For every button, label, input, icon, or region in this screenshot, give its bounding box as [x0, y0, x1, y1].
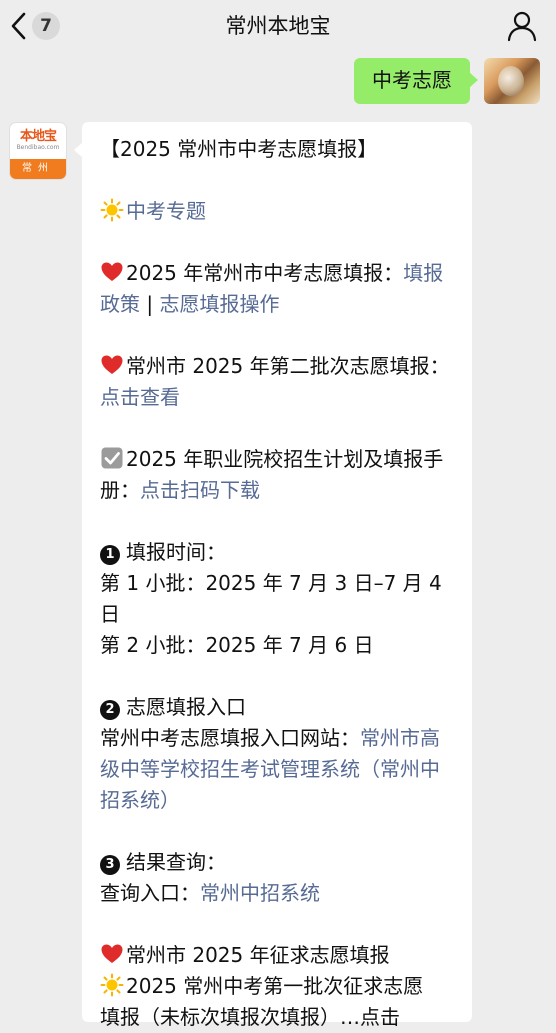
check-box-icon	[101, 447, 123, 469]
section-3-heading: 3 结果查询：	[100, 847, 458, 878]
item-1-text: 2025 年常州市中考志愿填报：	[126, 261, 404, 285]
item-5-text: 2025 常州中考第一批次征求志愿	[126, 974, 424, 998]
section-1-heading: 1 填报时间：	[100, 537, 458, 568]
item-5-continued: 填报（未标次填报次填报）…点击	[100, 1005, 400, 1029]
heart-icon	[101, 355, 123, 374]
item-3: 2025 年职业院校招生计划及填报手册：点击扫码下载	[100, 444, 458, 506]
bot-message-bubble: 【2025 常州市中考志愿填报】 中考专题 2025 年常州市中考志愿填报：填报…	[74, 122, 472, 1029]
sun-icon	[100, 198, 124, 222]
bot-avatar[interactable]: 本地宝 Bendibao.com 常州	[10, 123, 66, 179]
my-message-row: 中考志愿	[354, 58, 540, 104]
heart-icon	[101, 944, 123, 963]
sun-icon	[100, 973, 124, 997]
my-avatar[interactable]	[484, 58, 540, 104]
topic-link[interactable]: 中考专题	[126, 199, 206, 223]
section-3-title: 结果查询：	[126, 850, 226, 874]
item-2-text: 常州市 2025 年第二批次志愿填报：	[126, 354, 450, 378]
chat-title: 常州本地宝	[225, 14, 331, 38]
item-5: 2025 常州中考第一批次征求志愿	[100, 971, 458, 1002]
bot-logo-text: 本地宝	[19, 129, 57, 144]
number-1-icon: 1	[100, 544, 120, 565]
download-link[interactable]: 点击扫码下载	[140, 478, 260, 502]
section-1-title: 填报时间：	[126, 540, 226, 564]
batch-2-line: 第 2 小批：2025 年 7 月 6 日	[100, 633, 374, 657]
unread-count-badge: 7	[32, 12, 60, 40]
bot-logo-url: Bendibao.com	[16, 144, 60, 151]
top-bar: 7 常州本地宝	[0, 0, 556, 52]
batch-1-line: 第 1 小批：2025 年 7 月 3 日–7 月 4 日	[100, 571, 442, 626]
item-1: 2025 年常州市中考志愿填报：填报政策 | 志愿填报操作	[100, 258, 458, 320]
bot-logo-city: 常州	[10, 159, 66, 179]
back-button[interactable]: 7	[10, 8, 60, 44]
heart-icon	[101, 262, 123, 281]
section-2-text: 常州中考志愿填报入口网站：	[100, 726, 360, 750]
item-4: 常州市 2025 年征求志愿填报	[100, 940, 458, 971]
operation-link[interactable]: 志愿填报操作	[159, 292, 279, 316]
section-2-body: 常州中考志愿填报入口网站：常州市高级中等学校招生考试管理系统（常州中招系统）	[100, 723, 458, 816]
item-2: 常州市 2025 年第二批次志愿填报： 点击查看	[100, 351, 458, 413]
result-query-link[interactable]: 常州中招系统	[200, 881, 320, 905]
number-2-icon: 2	[100, 699, 120, 720]
item-4-text: 常州市 2025 年征求志愿填报	[126, 943, 390, 967]
bot-logo: 本地宝 Bendibao.com	[10, 123, 66, 159]
section-2-heading: 2 志愿填报入口	[100, 692, 458, 723]
section-3-text: 查询入口：	[100, 881, 200, 905]
number-3-icon: 3	[100, 854, 120, 875]
message-title: 【2025 常州市中考志愿填报】	[100, 137, 378, 161]
person-icon	[506, 11, 538, 46]
topic-line: 中考专题	[100, 196, 458, 227]
item-1-separator: |	[140, 292, 160, 316]
profile-button[interactable]	[506, 10, 538, 42]
my-message-bubble[interactable]: 中考志愿	[354, 58, 478, 104]
view-link[interactable]: 点击查看	[100, 385, 180, 409]
section-3-body: 查询入口：常州中招系统	[100, 878, 458, 909]
chevron-left-icon	[10, 12, 26, 40]
section-2-title: 志愿填报入口	[126, 695, 246, 719]
